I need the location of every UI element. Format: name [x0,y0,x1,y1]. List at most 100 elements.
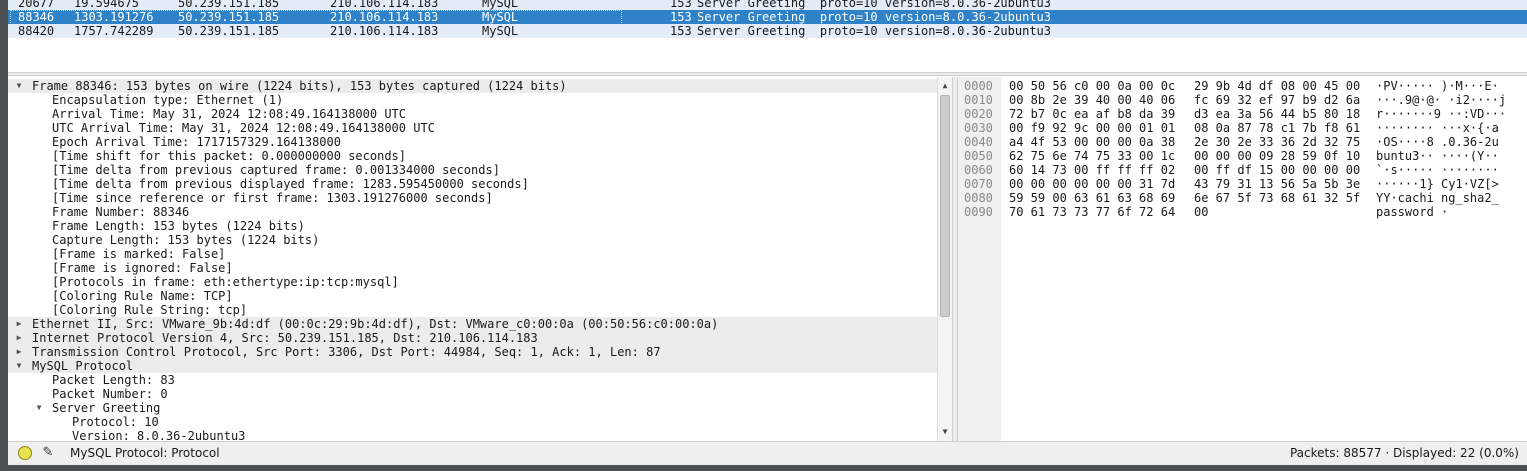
tree-row-text: Transmission Control Protocol, Src Port:… [32,345,661,359]
ascii-bytes: ·OS····8 .0.36-2u [1376,135,1499,149]
hex-bytes-left: 00 8b 2e 39 40 00 40 06 [1009,93,1176,107]
ascii-bytes: ···.9@·@· ·i2····j [1376,93,1507,107]
tree-row-text: [Coloring Rule String: tcp] [52,303,248,317]
ascii-bytes: password · [1376,205,1449,219]
tree-field[interactable]: [Time since reference or first frame: 13… [8,191,938,205]
expand-arrow-icon[interactable]: ▼ [34,401,44,415]
byte-row[interactable]: 0040 a4 4f 53 00 00 00 0a 38 2e 30 2e 33 3… [958,135,1527,149]
tree-field[interactable]: [Time shift for this packet: 0.000000000… [8,149,938,163]
hex-bytes-right: 00 00 00 09 28 59 0f 10 [1194,149,1361,163]
tree-field[interactable]: Encapsulation type: Ethernet (1) [8,93,938,107]
packet-number: 88420 [18,24,55,38]
scroll-down-icon[interactable]: ▼ [938,425,952,439]
tree-field[interactable]: Version: 8.0.36-2ubuntu3 [8,429,938,441]
tree-node[interactable]: ▼ MySQL Protocol [8,359,938,373]
edit-comment-icon[interactable]: ✎ [40,445,56,461]
tree-field[interactable]: Arrival Time: May 31, 2024 12:08:49.1641… [8,107,938,121]
byte-row[interactable]: 0050 62 75 6e 74 75 33 00 1c 00 00 00 09 2… [958,149,1527,163]
byte-row[interactable]: 0090 70 61 73 73 77 6f 72 64 00 password · [958,205,1527,219]
byte-offset: 0030 [964,121,993,135]
hex-bytes-left: 72 b7 0c ea af b8 da 39 [1009,107,1176,121]
tree-row-text: Frame Number: 88346 [52,205,190,219]
byte-offset: 0060 [964,163,993,177]
collapse-arrow-icon[interactable]: ▶ [14,317,24,331]
tree-row-text: [Protocols in frame: eth:ethertype:ip:tc… [52,275,399,289]
expand-arrow-icon[interactable]: ▼ [14,359,24,373]
tree-node[interactable]: ▼ Frame 88346: 153 bytes on wire (1224 bi… [8,79,938,93]
byte-offset: 0050 [964,149,993,163]
tree-field[interactable]: [Frame is marked: False] [8,247,938,261]
packet-row[interactable]: 20677 19.594675 50.239.151.185 210.106.1… [8,0,1527,10]
packet-source: 50.239.151.185 [178,0,280,10]
hex-bytes-right: d3 ea 3a 56 44 b5 80 18 [1194,107,1361,121]
tree-field[interactable]: Packet Length: 83 [8,373,938,387]
byte-row[interactable]: 0020 72 b7 0c ea af b8 da 39 d3 ea 3a 56 4… [958,107,1527,121]
tree-row-text: Server Greeting [52,401,161,415]
tree-field[interactable]: Frame Number: 88346 [8,205,938,219]
byte-row[interactable]: 0030 00 f9 92 9c 00 00 01 01 08 0a 87 78 c… [958,121,1527,135]
byte-offset: 0080 [964,191,993,205]
ascii-bytes: `·s····· ········ [1376,163,1499,177]
details-scrollbar[interactable]: ▲ ▼ [937,77,952,441]
tree-row-text: Version: 8.0.36-2ubuntu3 [72,429,246,441]
byte-row[interactable]: 0070 00 00 00 00 00 00 31 7d 43 79 31 13 5… [958,177,1527,191]
packet-time: 19.594675 [74,0,140,10]
byte-row[interactable]: 0080 59 59 00 63 61 63 68 69 6e 67 5f 73 6… [958,191,1527,205]
tree-node[interactable]: ▶ Transmission Control Protocol, Src Port… [8,345,938,359]
packet-number: 88346 [18,10,55,24]
byte-row[interactable]: 0060 60 14 73 00 ff ff ff 02 00 ff df 15 0… [958,163,1527,177]
tree-node[interactable]: ▶ Internet Protocol Version 4, Src: 50.23… [8,331,938,345]
tree-field[interactable]: [Frame is ignored: False] [8,261,938,275]
tree-row-text: [Frame is ignored: False] [52,261,233,275]
pane-splitter-horizontal[interactable] [8,72,1527,76]
status-field-label: MySQL Protocol: Protocol [70,446,220,460]
hex-bytes-left: 00 50 56 c0 00 0a 00 0c [1009,79,1176,93]
tree-row-text: MySQL Protocol [32,359,134,373]
tree-row-text: Ethernet II, Src: VMware_9b:4d:df (00:0c… [32,317,719,331]
byte-offset: 0010 [964,93,993,107]
tree-field[interactable]: [Time delta from previous captured frame… [8,163,938,177]
tree-field[interactable]: [Coloring Rule String: tcp] [8,303,938,317]
tree-field[interactable]: [Time delta from previous displayed fram… [8,177,938,191]
packet-bytes-pane[interactable]: 0000 00 50 56 c0 00 0a 00 0c 29 9b 4d df 0… [957,77,1527,441]
tree-row-text: [Coloring Rule Name: TCP] [52,289,233,303]
packet-counts: Packets: 88577 · Displayed: 22 (0.0%) [1289,446,1519,460]
collapse-arrow-icon[interactable]: ▶ [14,331,24,345]
tree-field[interactable]: Frame Length: 153 bytes (1224 bits) [8,219,938,233]
collapse-arrow-icon[interactable]: ▶ [14,345,24,359]
tree-field[interactable]: Packet Number: 0 [8,387,938,401]
hex-bytes-right: 2e 30 2e 33 36 2d 32 75 [1194,135,1361,149]
window-bottom-edge [8,465,1527,471]
byte-row[interactable]: 0000 00 50 56 c0 00 0a 00 0c 29 9b 4d df 0… [958,79,1527,93]
packet-list[interactable]: 20677 19.594675 50.239.151.185 210.106.1… [8,0,1527,72]
tree-row-text: [Time since reference or first frame: 13… [52,191,493,205]
tree-field[interactable]: UTC Arrival Time: May 31, 2024 12:08:49.… [8,121,938,135]
tree-row-text: [Time delta from previous displayed fram… [52,177,529,191]
packet-row-selected[interactable]: 88346 1303.191276 50.239.151.185 210.106… [8,10,1527,24]
tree-field[interactable]: Epoch Arrival Time: 1717157329.164138000 [8,135,938,149]
byte-row[interactable]: 0010 00 8b 2e 39 40 00 40 06 fc 69 32 ef 9… [958,93,1527,107]
packet-row[interactable]: 88420 1757.742289 50.239.151.185 210.106… [8,24,1527,38]
tree-row-text: Encapsulation type: Ethernet (1) [52,93,284,107]
expand-arrow-icon[interactable]: ▼ [14,79,24,93]
wireshark-window: 20677 19.594675 50.239.151.185 210.106.1… [8,0,1527,471]
scrollbar-thumb[interactable] [940,95,950,317]
packet-source: 50.239.151.185 [178,24,280,38]
tree-row-text: Packet Number: 0 [52,387,168,401]
hex-bytes-right: 00 ff df 15 00 00 00 00 [1194,163,1361,177]
byte-offset: 0070 [964,177,993,191]
tree-node[interactable]: ▶ Ethernet II, Src: VMware_9b:4d:df (00:0… [8,317,938,331]
scroll-up-icon[interactable]: ▲ [938,79,952,93]
tree-row-text: Arrival Time: May 31, 2024 12:08:49.1641… [52,107,407,121]
hex-bytes-right: 00 [1194,205,1209,219]
tree-field[interactable]: [Protocols in frame: eth:ethertype:ip:tc… [8,275,938,289]
packet-details-pane[interactable]: ▼ Frame 88346: 153 bytes on wire (1224 bi… [8,77,953,441]
packet-time: 1757.742289 [74,24,154,38]
tree-field[interactable]: Capture Length: 153 bytes (1224 bits) [8,233,938,247]
hex-bytes-left: 62 75 6e 74 75 33 00 1c [1009,149,1176,163]
expert-info-icon[interactable] [18,446,32,460]
packet-protocol: MySQL [482,10,519,24]
tree-field[interactable]: [Coloring Rule Name: TCP] [8,289,938,303]
tree-field[interactable]: Protocol: 10 [8,415,938,429]
tree-node[interactable]: ▼ Server Greeting [8,401,938,415]
